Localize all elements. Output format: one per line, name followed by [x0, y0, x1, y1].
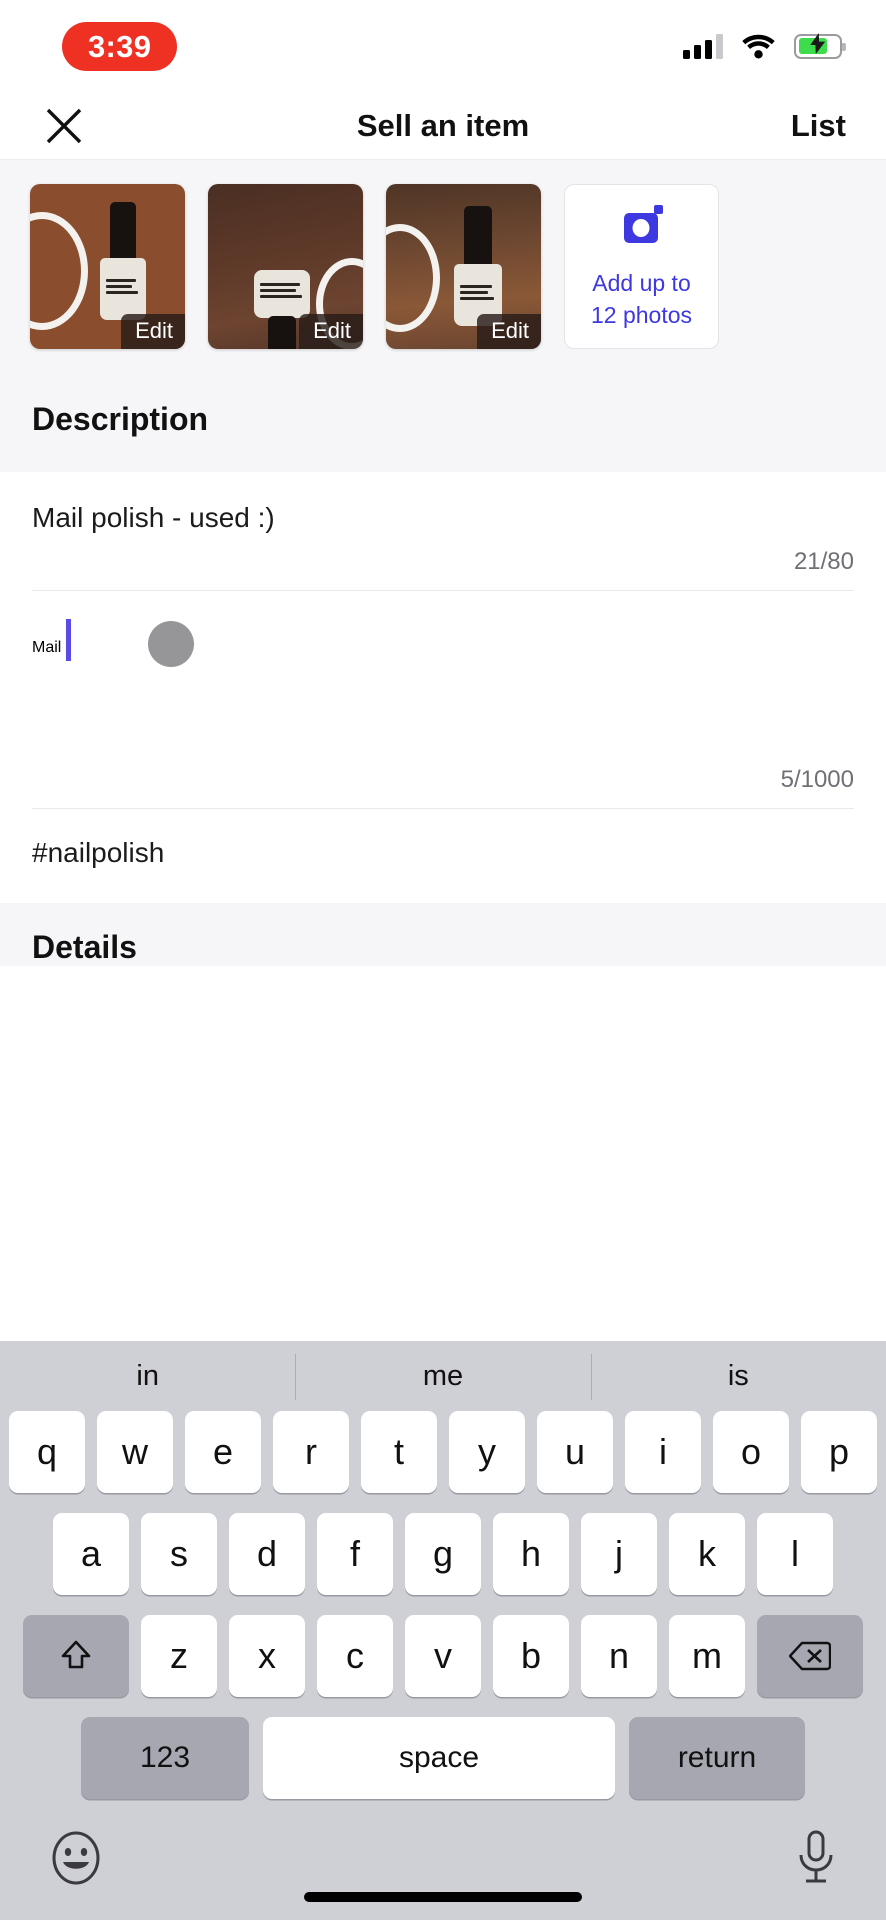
key-l[interactable]: l [757, 1513, 833, 1595]
status-bar: 3:39 [0, 0, 886, 92]
key-f[interactable]: f [317, 1513, 393, 1595]
key-s[interactable]: s [141, 1513, 217, 1595]
key-m[interactable]: m [669, 1615, 745, 1697]
key-c[interactable]: c [317, 1615, 393, 1697]
key-v[interactable]: v [405, 1615, 481, 1697]
camera-icon [618, 203, 666, 252]
suggestion-item[interactable]: is [590, 1353, 886, 1400]
keyboard-row-4: 123 space return [6, 1717, 880, 1799]
cellular-bars-icon [683, 33, 723, 59]
recording-time-pill: 3:39 [62, 21, 178, 71]
keyboard-row-1: q w e r t y u i o p [6, 1411, 880, 1493]
key-i[interactable]: i [625, 1411, 701, 1493]
close-icon[interactable] [40, 102, 88, 150]
add-photos-line2: 12 photos [590, 302, 693, 328]
photo-thumbnail[interactable]: Edit [386, 184, 541, 349]
title-char-counter: 21/80 [793, 548, 854, 576]
emoji-icon[interactable] [48, 1830, 104, 1891]
edit-photo-button[interactable]: Edit [121, 314, 185, 349]
body-char-counter: 5/1000 [780, 766, 854, 794]
key-z[interactable]: z [141, 1615, 217, 1697]
key-k[interactable]: k [669, 1513, 745, 1595]
key-a[interactable]: a [53, 1513, 129, 1595]
page-title: Sell an item [356, 107, 530, 143]
key-u[interactable]: u [537, 1411, 613, 1493]
key-h[interactable]: h [493, 1513, 569, 1595]
edit-photo-button[interactable]: Edit [477, 314, 541, 349]
key-w[interactable]: w [97, 1411, 173, 1493]
body-field[interactable]: Mail [0, 591, 886, 766]
title-field-value: Mail polish - used :) [32, 502, 275, 533]
tags-field[interactable]: #nailpolish [0, 809, 886, 903]
title-field[interactable]: Mail polish - used :) 21/80 [0, 472, 886, 590]
on-screen-keyboard: in me is q w e r t y u i o p a s d f g h… [0, 1341, 886, 1920]
key-e[interactable]: e [185, 1411, 261, 1493]
key-rows: q w e r t y u i o p a s d f g h j k l z … [0, 1411, 886, 1811]
photo-strip: Edit Edit Edit Add up to 12 photos [0, 184, 886, 349]
list-button[interactable]: List [791, 108, 846, 144]
photo-thumbnail[interactable]: Edit [30, 184, 185, 349]
key-t[interactable]: t [361, 1411, 437, 1493]
key-x[interactable]: x [229, 1615, 305, 1697]
edit-photo-button[interactable]: Edit [299, 314, 363, 349]
key-n[interactable]: n [581, 1615, 657, 1697]
shift-icon[interactable] [23, 1615, 129, 1697]
microphone-icon[interactable] [794, 1829, 838, 1892]
key-q[interactable]: q [9, 1411, 85, 1493]
home-indicator [304, 1892, 582, 1902]
space-key[interactable]: space [263, 1717, 615, 1799]
description-section-header: Description [0, 401, 886, 472]
return-key[interactable]: return [629, 1717, 805, 1799]
backspace-icon[interactable] [757, 1615, 863, 1697]
key-j[interactable]: j [581, 1513, 657, 1595]
key-b[interactable]: b [493, 1615, 569, 1697]
numbers-key[interactable]: 123 [81, 1717, 249, 1799]
add-photos-button[interactable]: Add up to 12 photos [564, 184, 719, 349]
photo-thumbnail[interactable]: Edit [208, 184, 363, 349]
body-field-text: Mail [32, 639, 62, 657]
add-photos-line1: Add up to [592, 269, 691, 296]
keyboard-row-3: z x c v b n m [6, 1615, 880, 1697]
battery-charging-icon [794, 33, 846, 59]
keyboard-bottom-bar [0, 1811, 886, 1903]
wifi-icon [742, 33, 775, 59]
key-y[interactable]: y [449, 1411, 525, 1493]
photo-section: Edit Edit Edit Add up to 12 photos [0, 160, 886, 401]
suggestion-item[interactable]: me [295, 1353, 590, 1400]
details-section-header: Details [0, 903, 886, 967]
key-r[interactable]: r [273, 1411, 349, 1493]
description-fields: Mail polish - used :) 21/80 Mail 5/1000 … [0, 472, 886, 904]
key-d[interactable]: d [229, 1513, 305, 1595]
key-o[interactable]: o [713, 1411, 789, 1493]
key-g[interactable]: g [405, 1513, 481, 1595]
key-p[interactable]: p [801, 1411, 877, 1493]
text-caret [66, 619, 72, 662]
suggestion-bar: in me is [0, 1341, 886, 1411]
status-icons [683, 33, 846, 59]
keyboard-row-2: a s d f g h j k l [6, 1513, 880, 1595]
suggestion-item[interactable]: in [0, 1360, 295, 1393]
navigation-bar: Sell an item List [0, 92, 886, 160]
